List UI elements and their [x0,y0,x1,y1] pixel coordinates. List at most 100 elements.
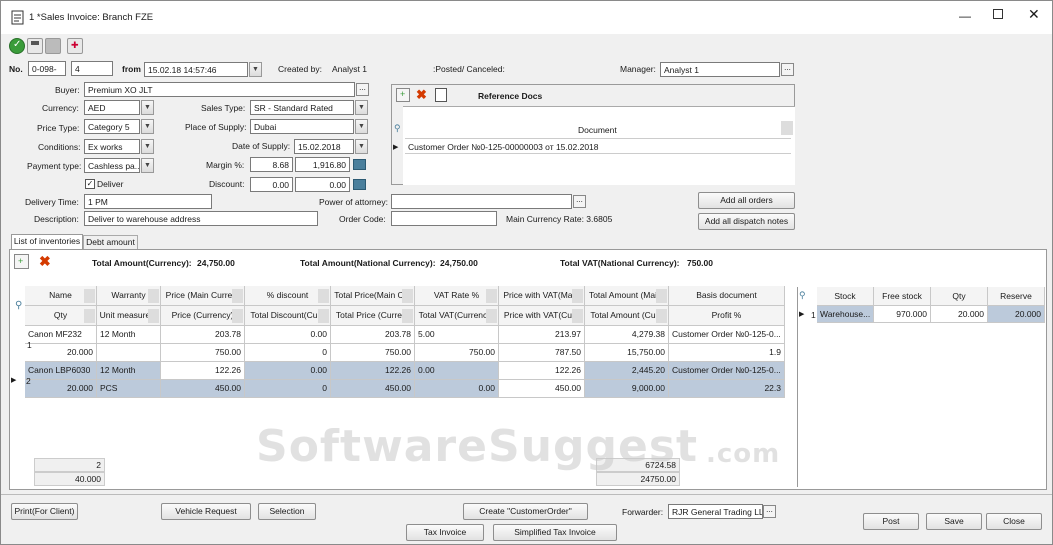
search-icon[interactable]: ⚲ [394,123,401,134]
column-filter-icon[interactable] [572,289,583,303]
stop-icon[interactable] [45,38,61,54]
grid-cell[interactable]: 122.26 [499,362,585,380]
qty-col-header[interactable]: Qty [931,287,988,306]
reference-doc-row[interactable]: ▶ Customer Order №0-125-00000003 от 15.0… [393,138,791,154]
grid-cell[interactable]: 15,750.00 [585,344,669,362]
from-date-dropdown[interactable]: ▼ [249,62,262,77]
open-doc-icon[interactable] [435,88,447,102]
post-check-icon[interactable]: ✓ [9,38,25,54]
manager-select-button[interactable]: ... [781,63,794,76]
column-filter-icon[interactable] [318,289,329,303]
grid-cell[interactable]: 12 Month [97,326,161,344]
sales-type-field[interactable]: SR - Standard Rated [250,100,354,115]
column-header[interactable]: Basis document [669,286,785,306]
column-filter-icon[interactable] [572,309,583,323]
stock-col-header[interactable]: Stock [817,287,874,306]
payment-type-dropdown[interactable]: ▼ [141,158,154,173]
column-filter-icon[interactable] [84,289,95,303]
grid-cell[interactable]: 20.000 [25,380,97,398]
free-stock-cell[interactable]: 970.000 [874,306,931,323]
price-type-field[interactable]: Category 5 [84,119,140,134]
grid-cell[interactable]: 122.26 [331,362,415,380]
column-filter-icon[interactable] [781,121,793,135]
grid-cell[interactable]: 4,279.38 [585,326,669,344]
discount-percent-field[interactable]: 0.00 [250,177,293,192]
number-field[interactable]: 4 [71,61,113,76]
close-icon[interactable]: ✕ [1028,6,1040,23]
column-filter-icon[interactable] [402,309,413,323]
deliver-checkbox[interactable]: ✓ [85,179,95,189]
number-prefix-field[interactable]: 0-098- [28,61,66,76]
add-doc-icon[interactable]: + [396,88,410,102]
column-header[interactable]: Profit % [669,306,785,326]
forwarder-select-button[interactable]: ... [763,505,776,518]
date-of-supply-field[interactable]: 15.02.2018 [294,139,354,154]
currency-field[interactable]: AED [84,100,140,115]
date-of-supply-dropdown[interactable]: ▼ [355,139,368,154]
grid-cell[interactable]: 20.000 [25,344,97,362]
place-of-supply-dropdown[interactable]: ▼ [355,119,368,134]
delete-doc-icon[interactable]: ✖ [416,88,430,102]
description-field[interactable]: Deliver to warehouse address [84,211,318,226]
from-date-field[interactable]: 15.02.18 14:57:46 [144,62,248,77]
column-filter-icon[interactable] [656,289,667,303]
grid-cell[interactable]: 450.00 [331,380,415,398]
grid-cell[interactable]: 122.26 [161,362,245,380]
margin-amount-field[interactable]: 1,916.80 [295,157,350,172]
margin-percent-field[interactable]: 8.68 [250,157,293,172]
stock-cell[interactable]: Warehouse... [817,306,874,323]
power-of-attorney-field[interactable] [391,194,572,209]
grid-cell[interactable]: 213.97 [499,326,585,344]
grid-cell[interactable]: 0.00 [245,326,331,344]
grid-cell[interactable]: 450.00 [161,380,245,398]
column-filter-icon[interactable] [318,309,329,323]
grid-cell[interactable]: 750.00 [331,344,415,362]
column-filter-icon[interactable] [148,289,159,303]
column-filter-icon[interactable] [232,289,243,303]
print-for-client-button[interactable]: Print(For Client) [11,503,78,520]
free-stock-col-header[interactable]: Free stock [874,287,931,306]
post-button[interactable]: Post [863,513,919,530]
grid-cell[interactable]: 9,000.00 [585,380,669,398]
grid-cell[interactable]: 2,445.20 [585,362,669,380]
simplified-tax-invoice-button[interactable]: Simplified Tax Invoice [493,524,617,541]
save-disk-icon[interactable] [27,38,43,54]
conditions-dropdown[interactable]: ▼ [141,139,154,154]
grid-cell[interactable]: PCS [97,380,161,398]
grid-cell[interactable]: 750.00 [161,344,245,362]
payment-type-field[interactable]: Cashless pa... [84,158,140,173]
grid-cell[interactable]: Customer Order №0-125-0... [669,362,785,380]
column-filter-icon[interactable] [232,309,243,323]
grid-cell[interactable]: 450.00 [499,380,585,398]
column-filter-icon[interactable] [656,309,667,323]
column-filter-icon[interactable] [402,289,413,303]
grid-search-icon[interactable]: ⚲ [15,300,22,311]
price-type-dropdown[interactable]: ▼ [141,119,154,134]
margin-calc-icon[interactable] [353,159,366,170]
tab-list-of-inventories[interactable]: List of inventories [11,234,83,249]
grid-cell[interactable]: 750.00 [415,344,499,362]
discount-calc-icon[interactable] [353,179,366,190]
reserve-cell[interactable]: 20.000 [988,306,1045,323]
vehicle-request-button[interactable]: Vehicle Request [161,503,251,520]
add-all-orders-button[interactable]: Add all orders [698,192,795,209]
grid-cell[interactable]: Canon LBP6030 [25,362,97,380]
grid-cell[interactable]: 0 [245,344,331,362]
order-code-field[interactable] [391,211,497,226]
close-button[interactable]: Close [986,513,1042,530]
tab-debt-amount[interactable]: Debt amount [83,235,138,249]
grid-cell[interactable] [97,344,161,362]
minimize-icon[interactable]: — [959,9,971,23]
add-row-icon[interactable]: + [14,254,29,269]
grid-cell[interactable]: 0.00 [415,362,499,380]
currency-dropdown[interactable]: ▼ [141,100,154,115]
grid-cell[interactable]: 787.50 [499,344,585,362]
place-of-supply-field[interactable]: Dubai [250,119,354,134]
forwarder-field[interactable]: RJR General Trading LLC [668,504,763,519]
selection-button[interactable]: Selection [258,503,316,520]
conditions-field[interactable]: Ex works [84,139,140,154]
maximize-icon[interactable] [993,9,1003,19]
create-customer-order-button[interactable]: Create "CustomerOrder" [463,503,588,520]
grid-cell[interactable]: 0 [245,380,331,398]
column-filter-icon[interactable] [486,309,497,323]
